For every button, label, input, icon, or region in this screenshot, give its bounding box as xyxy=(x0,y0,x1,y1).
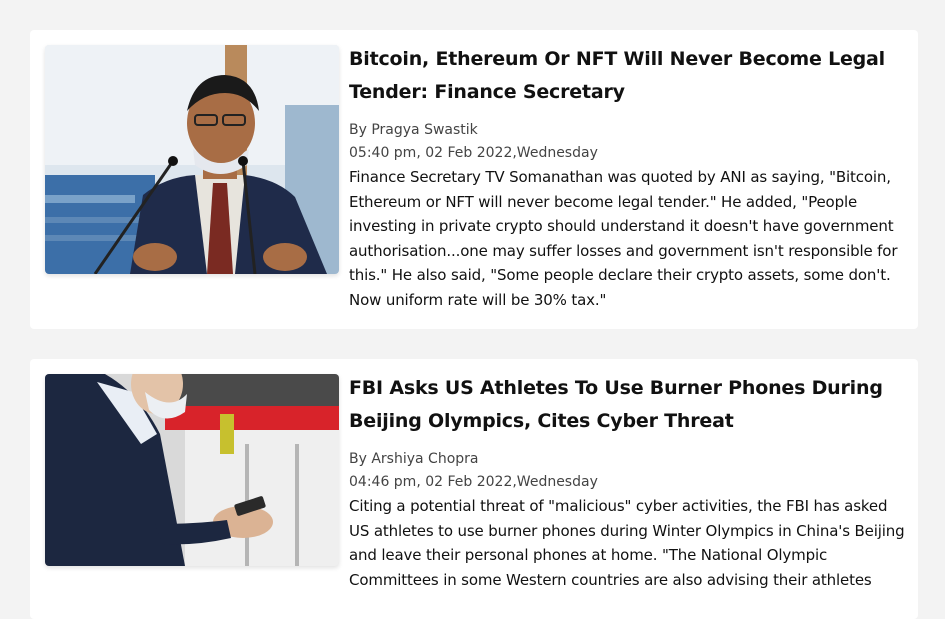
article-summary: Finance Secretary TV Somanathan was quot… xyxy=(349,168,898,309)
article-title[interactable]: Bitcoin, Ethereum Or NFT Will Never Beco… xyxy=(349,43,907,109)
article-image[interactable] xyxy=(45,374,339,566)
phone-user-photo-icon xyxy=(45,374,339,566)
article-datetime: 04:46 pm, 02 Feb 2022,Wednesday xyxy=(349,474,598,490)
article-author: By Pragya Swastik xyxy=(349,122,478,138)
article-content: FBI Asks US Athletes To Use Burner Phone… xyxy=(349,372,907,592)
article-datetime: 05:40 pm, 02 Feb 2022,Wednesday xyxy=(349,145,598,161)
news-card[interactable]: FBI Asks US Athletes To Use Burner Phone… xyxy=(30,359,918,619)
article-title[interactable]: FBI Asks US Athletes To Use Burner Phone… xyxy=(349,372,907,438)
speaker-photo-icon xyxy=(45,45,339,274)
news-feed: Bitcoin, Ethereum Or NFT Will Never Beco… xyxy=(0,0,945,619)
article-content: Bitcoin, Ethereum Or NFT Will Never Beco… xyxy=(349,43,907,312)
article-image[interactable] xyxy=(45,45,339,274)
news-card[interactable]: Bitcoin, Ethereum Or NFT Will Never Beco… xyxy=(30,30,918,329)
article-author: By Arshiya Chopra xyxy=(349,451,479,467)
article-summary: Citing a potential threat of "malicious"… xyxy=(349,497,905,589)
